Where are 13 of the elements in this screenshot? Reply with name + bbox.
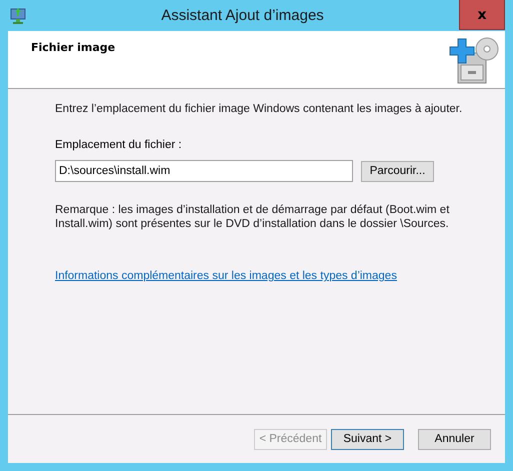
field-label: Emplacement du fichier : — [55, 139, 182, 151]
wizard-button[interactable]: Suivant > — [331, 428, 404, 450]
cabinet-disc-icon — [449, 35, 499, 85]
instruction-text: Entrez l’emplacement du fichier image Windows contenant les images à ajouter. — [55, 103, 462, 115]
wizard-button[interactable]: Annuler — [418, 428, 491, 450]
file-path-field[interactable]: D:\sources\install.wim — [55, 160, 353, 182]
computer-icon — [10, 6, 26, 24]
browse-button[interactable]: Parcourir... — [361, 160, 434, 182]
note-text: Remarque : les images d’installation et de démarrage par défaut (Boot.wim et Install.wim) sont présentes sur le DVD d’installation dans le dossier \Sources. — [55, 203, 450, 231]
page-heading: Fichier image — [31, 41, 116, 56]
close-button[interactable]: x — [459, 0, 505, 30]
info-link[interactable]: Informations complémentaires sur les images et les types d’images — [55, 270, 397, 282]
window-title: Assistant Ajout d’images — [160, 7, 325, 24]
